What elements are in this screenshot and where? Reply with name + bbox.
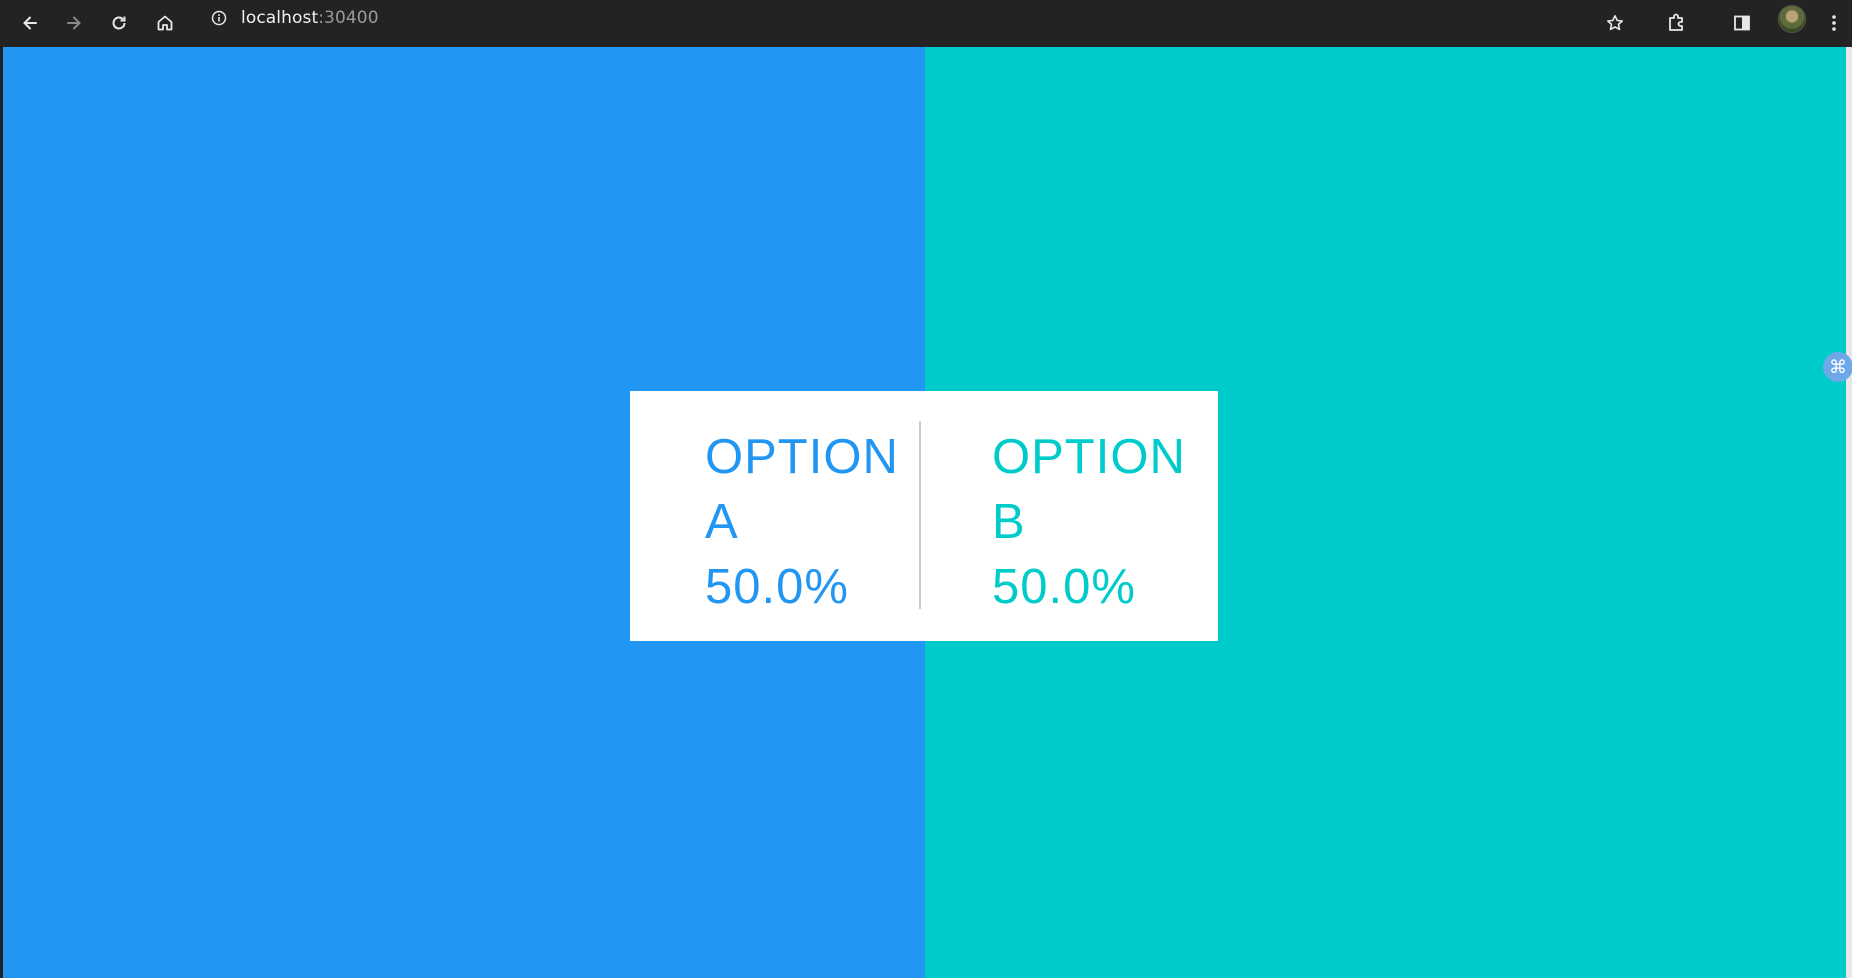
results-card: OPTION A 50.0% OPTION B 50.0%: [630, 391, 1218, 641]
address-bar[interactable]: localhost:30400: [200, 3, 1645, 33]
extensions-icon[interactable]: [1660, 6, 1694, 40]
menu-icon[interactable]: [1817, 6, 1851, 40]
page-viewport: OPTION A 50.0% OPTION B 50.0%: [3, 47, 1846, 978]
option-b-percent: 50.0%: [992, 560, 1136, 614]
page-scrollbar[interactable]: [1846, 47, 1852, 978]
browser-toolbar: localhost:30400: [0, 0, 1852, 48]
option-b-letter: B: [992, 495, 1026, 549]
bookmark-star-icon[interactable]: [1598, 6, 1632, 40]
option-a-result: OPTION A 50.0%: [705, 425, 899, 620]
option-a-word: OPTION: [705, 430, 899, 484]
results-divider: [919, 421, 921, 609]
url-text[interactable]: localhost:30400: [241, 8, 379, 28]
url-host: localhost: [241, 8, 319, 28]
profile-avatar[interactable]: [1778, 5, 1806, 33]
back-icon[interactable]: [13, 6, 47, 40]
home-icon[interactable]: [148, 6, 182, 40]
option-a-letter: A: [705, 495, 739, 549]
forward-icon[interactable]: [57, 6, 91, 40]
side-panel-icon[interactable]: [1725, 6, 1759, 40]
option-a-percent: 50.0%: [705, 560, 849, 614]
reload-icon[interactable]: [102, 6, 136, 40]
site-info-icon[interactable]: [210, 9, 228, 27]
extension-bubble-icon[interactable]: ⌘: [1823, 352, 1852, 382]
option-b-result: OPTION B 50.0%: [992, 425, 1186, 620]
url-port: :30400: [318, 8, 379, 28]
option-b-word: OPTION: [992, 430, 1186, 484]
